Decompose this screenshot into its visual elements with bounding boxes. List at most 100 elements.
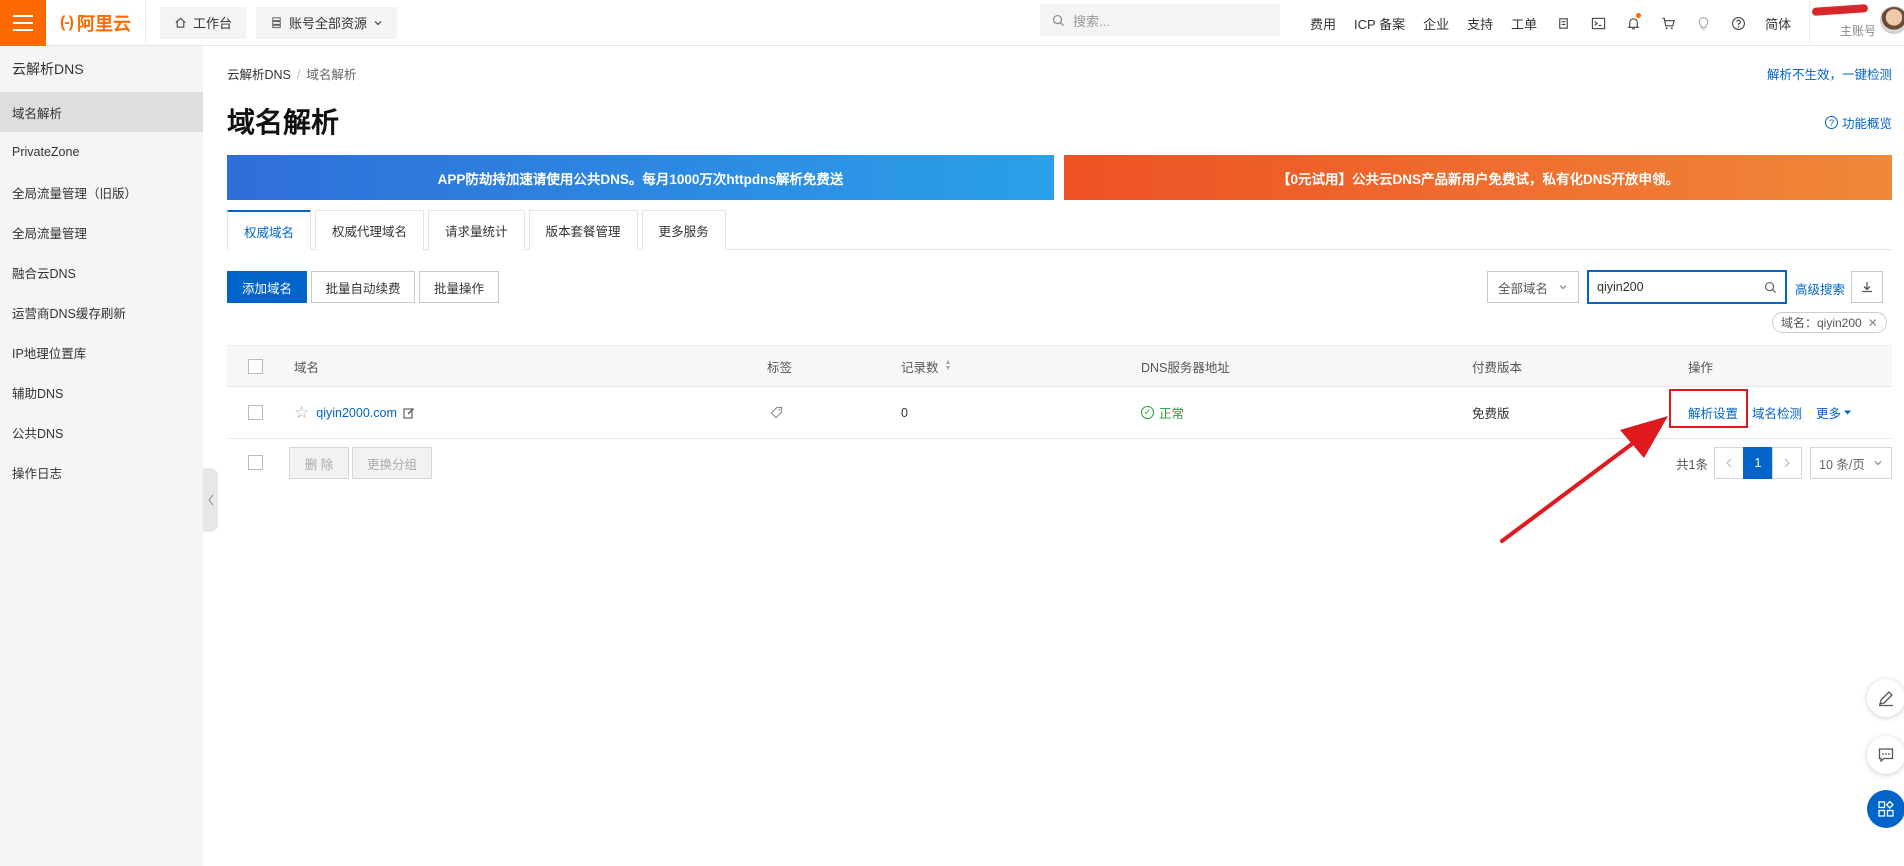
chevron-down-icon [1874,461,1882,466]
chevron-down-icon [374,20,382,25]
chevron-down-icon [1559,285,1567,290]
hamburger-menu-button[interactable] [0,0,46,46]
top-link-fees[interactable]: 费用 [1301,14,1345,33]
star-icon[interactable]: ☆ [294,403,309,423]
tab-proxy-domains[interactable]: 权威代理域名 [315,210,425,250]
edit-icon[interactable] [403,407,415,419]
pagination: 共1条 1 10 条/页 [1676,447,1892,479]
chevron-left-icon [1726,458,1732,468]
tag-icon[interactable] [770,406,783,419]
batch-operation-button[interactable]: 批量操作 [419,271,499,303]
chevron-right-icon [1784,458,1790,468]
promo-banner-free-trial[interactable]: 【0元试用】公共云DNS产品新用户免费试，私有化DNS开放申领。 [1064,155,1892,200]
avatar[interactable] [1880,6,1904,34]
sidebar-item-ip-geo[interactable]: IP地理位置库 [0,332,203,372]
select-all-checkbox[interactable] [248,358,263,374]
feature-overview-link[interactable]: ? 功能概览 [1824,113,1892,132]
dns-status-cell: ✓ 正常 [1141,387,1184,438]
advanced-search-link[interactable]: 高级搜索 [1795,279,1845,298]
more-dropdown[interactable]: 更多 [1816,403,1852,422]
tab-more-services[interactable]: 更多服务 [641,210,726,250]
cart-icon[interactable] [1651,16,1686,31]
aliyun-logo-mark: (-) [60,13,74,31]
chat-button[interactable] [1867,736,1904,774]
sidebar-item-gtm[interactable]: 全局流量管理 [0,212,203,252]
terminal-icon[interactable] [1581,16,1616,31]
breadcrumb-separator: / [296,68,301,82]
footer-select-all-checkbox[interactable] [248,455,263,470]
top-link-enterprise[interactable]: 企业 [1414,14,1458,33]
sidebar-item-operation-log[interactable]: 操作日志 [0,452,203,492]
page-title: 域名解析 [227,107,340,138]
records-cell: 0 [901,405,908,420]
download-button[interactable] [1851,271,1883,303]
search-filter-tag-label: 域名：qiyin200 [1781,316,1862,330]
tab-edition-management[interactable]: 版本套餐管理 [528,210,638,250]
help-icon[interactable] [1721,16,1756,31]
feedback-edit-button[interactable] [1867,679,1904,717]
language-switch[interactable]: 简体 [1756,14,1800,33]
domain-link[interactable]: qiyin2000.com [316,406,397,420]
change-group-button[interactable]: 更换分组 [352,447,432,479]
tab-request-stats[interactable]: 请求量统计 [428,210,525,250]
caret-down-icon [1844,410,1852,415]
one-click-detect-link[interactable]: 解析不生效，一键检测 [1767,64,1892,83]
close-icon[interactable]: ✕ [1868,316,1878,330]
top-link-icp[interactable]: ICP 备案 [1345,14,1414,33]
sidebar-item-privatezone[interactable]: PrivateZone [0,132,203,172]
add-domain-button[interactable]: 添加域名 [227,271,307,303]
sidebar-item-cache-refresh[interactable]: 运营商DNS缓存刷新 [0,292,203,332]
aliyun-logo-text: 阿里云 [76,13,131,34]
domain-search-input[interactable] [1597,280,1764,294]
prev-page-button[interactable] [1714,447,1744,479]
footer-select-cell [248,455,263,470]
dns-settings-link[interactable]: 解析设置 [1688,403,1738,422]
sidebar-item-domain-resolution[interactable]: 域名解析 [0,92,203,132]
delete-button[interactable]: 删 除 [289,447,349,479]
sidebar-collapse-handle[interactable] [203,468,218,532]
resources-dropdown[interactable]: 账号全部资源 [256,6,398,39]
workbench-button[interactable]: 工作台 [159,6,246,39]
domain-cell: ☆ qiyin2000.com [294,387,415,438]
row-select-cell [248,387,263,438]
database-icon [272,17,281,29]
more-label: 更多 [1816,407,1842,421]
page-size-select[interactable]: 10 条/页 [1810,447,1892,479]
global-search-input[interactable]: 搜索... [1040,4,1280,36]
cloud-shell-icon[interactable] [1546,16,1581,31]
sidebar-item-secondary-dns[interactable]: 辅助DNS [0,372,203,412]
top-link-support[interactable]: 支持 [1458,14,1502,33]
account-menu[interactable]: 主账号 [1800,0,1904,46]
search-icon[interactable] [1764,281,1777,294]
next-page-button[interactable] [1772,447,1802,479]
domain-scope-value: 全部域名 [1498,281,1549,296]
promo-banner-public-dns[interactable]: APP防劫持加速请使用公共DNS。每月1000万次httpdns解析免费送 [227,155,1054,200]
sort-icon[interactable]: ▲ ▼ [945,359,952,372]
top-link-ticket[interactable]: 工单 [1502,14,1546,33]
notification-dot [1636,12,1642,18]
notification-bell-icon[interactable] [1616,12,1651,31]
domain-search-field[interactable] [1587,270,1787,304]
breadcrumb-root[interactable]: 云解析DNS [227,68,291,82]
total-count: 共1条 [1676,457,1708,472]
page-number[interactable]: 1 [1743,447,1773,479]
chevron-left-icon [207,494,213,506]
sidebar-item-gtm-legacy[interactable]: 全局流量管理（旧版） [0,172,203,212]
tab-authoritative-domains[interactable]: 权威域名 [227,210,312,251]
sidebar-item-cloud-dns[interactable]: 融合云DNS [0,252,203,292]
breadcrumb: 云解析DNS / 域名解析 [227,64,356,83]
row-checkbox[interactable] [248,405,263,420]
column-header-ops: 操作 [1688,360,1714,375]
column-header-records[interactable]: 记录数 ▲ ▼ [901,346,951,386]
lightbulb-icon[interactable] [1686,16,1721,31]
batch-auto-renew-button[interactable]: 批量自动续费 [311,271,415,303]
domain-scope-select[interactable]: 全部域名 [1487,271,1579,303]
domain-check-link[interactable]: 域名检测 [1752,403,1802,422]
global-search-placeholder: 搜索... [1073,13,1110,29]
sidebar-item-public-dns[interactable]: 公共DNS [0,412,203,452]
pencil-icon [1879,691,1893,707]
aliyun-logo[interactable]: (-) 阿里云 [46,0,146,46]
apps-button[interactable] [1867,790,1904,828]
apps-grid-icon [1878,800,1894,817]
sidebar: 云解析DNS 域名解析 PrivateZone 全局流量管理（旧版） 全局流量管… [0,46,203,866]
